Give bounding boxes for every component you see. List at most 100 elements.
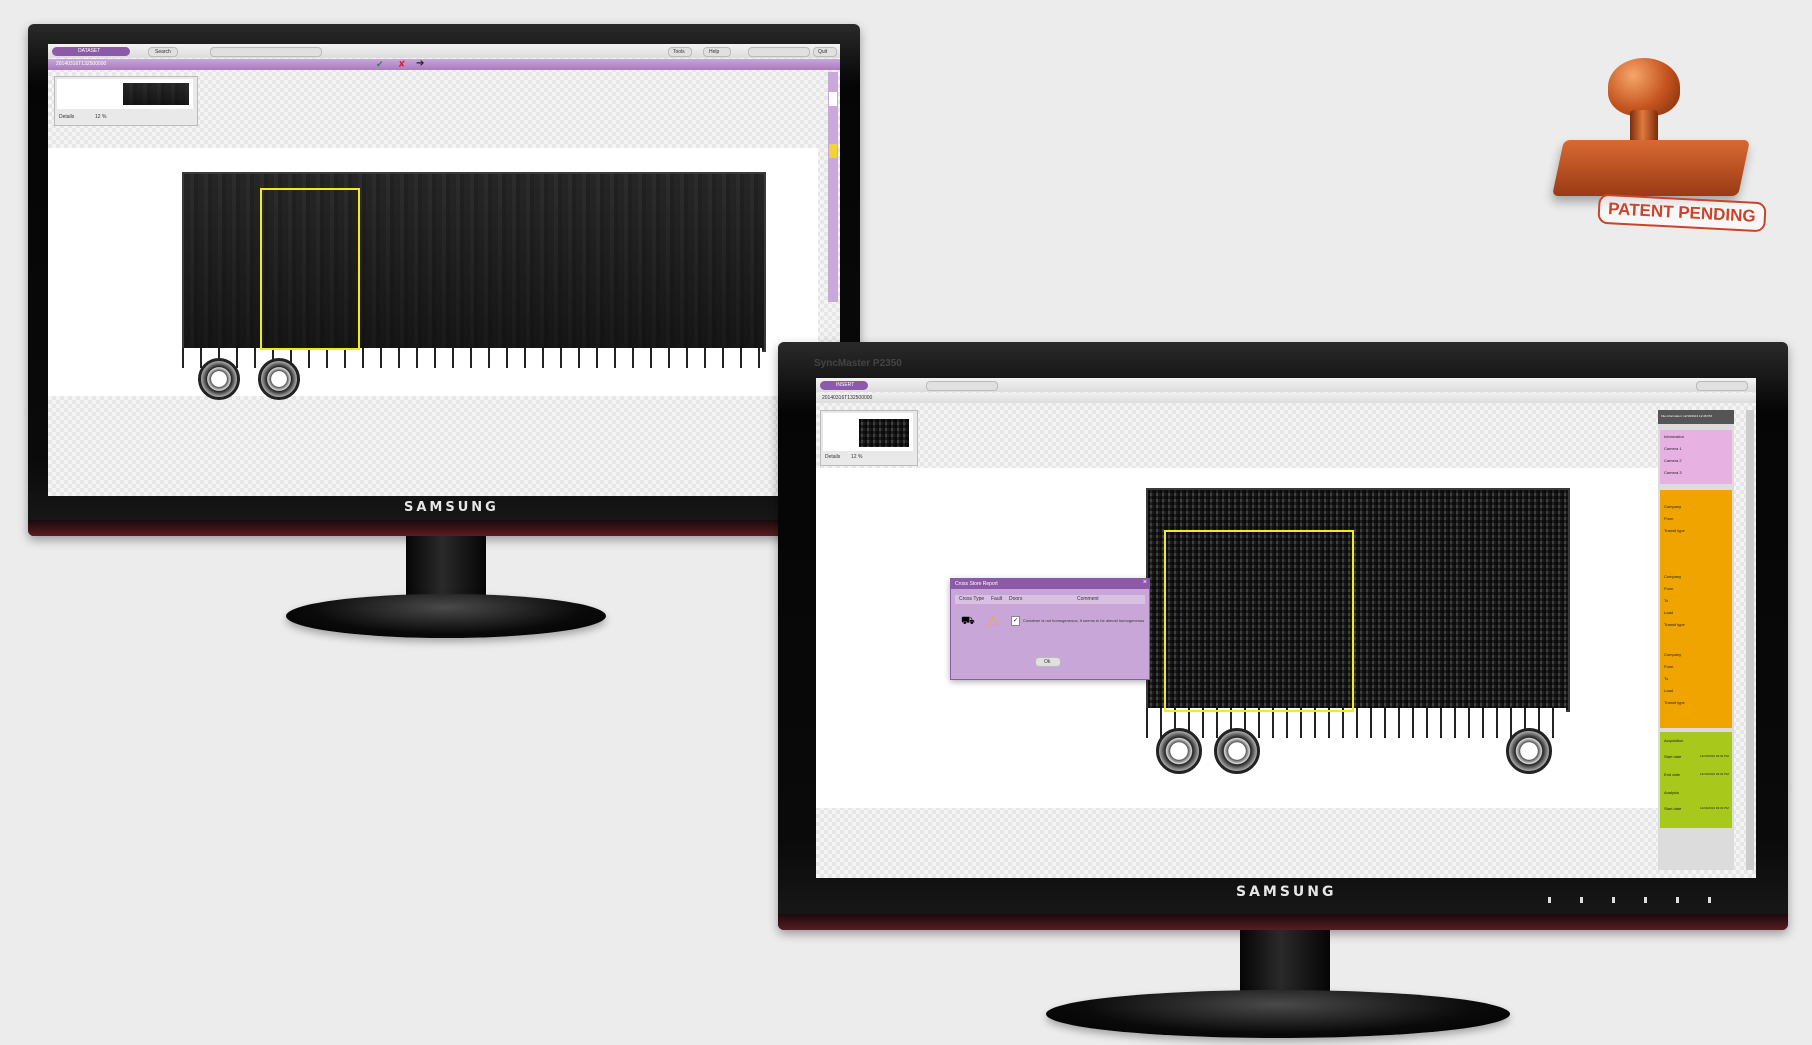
- acq-start-value: 12/16/2013 03:32 PM: [1700, 754, 1729, 758]
- cargo-transit-1: Transit type: [1664, 528, 1685, 533]
- acq-end-label: End date: [1664, 772, 1681, 777]
- monitor-2-model: SyncMaster P2350: [814, 358, 902, 369]
- quit-label: Quit: [818, 49, 828, 55]
- thumbnail-image[interactable]: [57, 79, 193, 109]
- reject-icon[interactable]: ✘: [398, 59, 406, 70]
- patent-stamp: PATENT PENDING: [1540, 50, 1780, 240]
- cargo-to-2: To: [1664, 598, 1669, 603]
- dialog-ok-button[interactable]: Ok: [1035, 657, 1061, 667]
- cargo-company-3: Company: [1664, 652, 1682, 657]
- doors-checkbox[interactable]: ✓: [1011, 616, 1020, 626]
- cargo-transit-3: Transit type: [1664, 700, 1685, 705]
- analysis-start-label: Start date: [1664, 806, 1682, 811]
- col-doors: Doors: [1009, 596, 1023, 602]
- thumbnail-panel-2: Details 12 %: [820, 410, 918, 466]
- stamp-knob: [1608, 58, 1680, 116]
- thumbnail-image-2[interactable]: [823, 413, 913, 451]
- col-comment: Comment: [1077, 596, 1099, 602]
- nav-controls[interactable]: [210, 47, 322, 57]
- help-button[interactable]: Help: [703, 47, 731, 57]
- wheel-1: [198, 358, 240, 400]
- wheel-5: [1506, 728, 1552, 774]
- col-cross-type: Cross Type: [959, 596, 985, 602]
- nav-controls-2[interactable]: [926, 381, 998, 391]
- acq-start-label: Start date: [1664, 754, 1682, 759]
- camera-3[interactable]: Camera 3: [1664, 470, 1682, 475]
- cargo-load-3: Load: [1664, 688, 1673, 693]
- ok-label: Ok: [1044, 659, 1051, 665]
- cargo-from-1: From: [1664, 516, 1674, 521]
- monitor-1-screen: DATASET Search Tools Help Quit 20140316T…: [48, 44, 840, 496]
- cargo-to-3: To: [1664, 676, 1669, 681]
- thumbnail-panel: Details 12 %: [54, 76, 198, 126]
- monitor-1: DATASET Search Tools Help Quit 20140316T…: [28, 24, 860, 536]
- right-scrollbar-2[interactable]: [1746, 410, 1754, 870]
- analysis-title[interactable]: Analysis: [1664, 790, 1679, 795]
- highlight-box-1[interactable]: [260, 188, 360, 350]
- search-label: Search: [155, 49, 171, 55]
- bezel-trim: [28, 520, 860, 536]
- stamp-base: [1552, 140, 1750, 196]
- record-id: 20140316T132500000: [56, 61, 107, 67]
- validate-icon[interactable]: ✔: [376, 59, 384, 70]
- main-image-area-2: [816, 468, 1658, 808]
- monitor-1-brand: SAMSUNG: [404, 500, 499, 515]
- camera-1[interactable]: Camera 1: [1664, 446, 1682, 451]
- record-bar: 20140316T132500000 ✔ ✘ ➔: [48, 58, 840, 70]
- monitor-2-base: [1046, 990, 1510, 1038]
- search-button[interactable]: Search: [148, 47, 178, 57]
- acq-end-value: 12/16/2013 03:32 PM: [1700, 772, 1729, 776]
- info-title[interactable]: Information: [1664, 434, 1684, 439]
- wheel-2: [258, 358, 300, 400]
- info-section: Information Camera 1 Camera 2 Camera 3: [1660, 430, 1732, 484]
- next-arrow-icon[interactable]: ➔: [416, 58, 424, 69]
- quit-button[interactable]: Quit: [813, 47, 837, 57]
- sidebar-header: File information: 12/16/2013 12:46 PM: [1658, 410, 1734, 424]
- quit-button-2[interactable]: [1696, 381, 1748, 391]
- acquisition-section: Acquisition Start date 12/16/2013 03:32 …: [1660, 732, 1732, 828]
- camera-2[interactable]: Camera 2: [1664, 458, 1682, 463]
- zoom-value[interactable]: 12 %: [95, 114, 106, 120]
- trailer-chassis-2: [1146, 708, 1566, 738]
- acquisition-title[interactable]: Acquisition: [1664, 738, 1683, 743]
- vertical-scrollbar[interactable]: [828, 72, 838, 302]
- details-label-2[interactable]: Details: [825, 454, 840, 460]
- dialog-titlebar: Cross Store Report ×: [951, 579, 1149, 589]
- monitor-2: SyncMaster P2350 INSERT 20140316T1325000…: [778, 342, 1788, 930]
- highlight-box-2[interactable]: [1164, 530, 1354, 712]
- bezel-trim-2: [778, 914, 1788, 930]
- monitor-2-buttons[interactable]: [1548, 897, 1728, 903]
- cargo-load-2: Load: [1664, 610, 1673, 615]
- cargo-section: Company From Transit type Company From T…: [1660, 490, 1732, 728]
- cargo-from-3: From: [1664, 664, 1674, 669]
- zoom-value-2[interactable]: 12 %: [851, 454, 862, 460]
- sidebar-header-text: File information: 12/16/2013 12:46 PM: [1661, 414, 1712, 418]
- monitor-2-screen: INSERT 20140316T132500000 Details 12 % C…: [816, 378, 1756, 878]
- monitor-1-base: [286, 594, 606, 638]
- tab-dataset[interactable]: DATASET: [52, 47, 130, 56]
- tab-insert[interactable]: INSERT: [820, 381, 868, 390]
- tools-label: Tools: [673, 49, 685, 55]
- truck-icon: ⛟: [961, 615, 975, 627]
- app-toolbar: DATASET Search Tools Help Quit: [48, 44, 840, 58]
- info-sidebar: File information: 12/16/2013 12:46 PM In…: [1658, 410, 1734, 870]
- tools-button[interactable]: Tools: [668, 47, 692, 57]
- cross-store-report-dialog: Cross Store Report × Cross Type Fault Do…: [950, 578, 1150, 680]
- details-label[interactable]: Details: [59, 114, 74, 120]
- col-fault: Fault: [991, 596, 1003, 602]
- cargo-company-2: Company: [1664, 574, 1682, 579]
- dialog-row: ⛟ ⚠ ✓ Container is not homogeneous, It s…: [955, 609, 1145, 635]
- dialog-close-icon[interactable]: ×: [1143, 579, 1147, 586]
- status-field: [748, 47, 810, 57]
- wheel-3: [1156, 728, 1202, 774]
- warning-icon: ⚠: [987, 613, 1000, 629]
- dialog-comment: Container is not homogeneous, It seems t…: [1023, 618, 1145, 623]
- analysis-start-value: 12/16/2013 03:32 PM: [1700, 806, 1729, 810]
- monitor-2-brand: SAMSUNG: [1236, 884, 1337, 900]
- dialog-title: Cross Store Report: [955, 581, 998, 587]
- tab-insert-label: INSERT: [836, 382, 855, 388]
- stamp-text: PATENT PENDING: [1607, 199, 1757, 226]
- app-toolbar-2: INSERT: [816, 378, 1756, 392]
- tab-dataset-label: DATASET: [78, 48, 101, 54]
- cargo-company-1: Company: [1664, 504, 1682, 509]
